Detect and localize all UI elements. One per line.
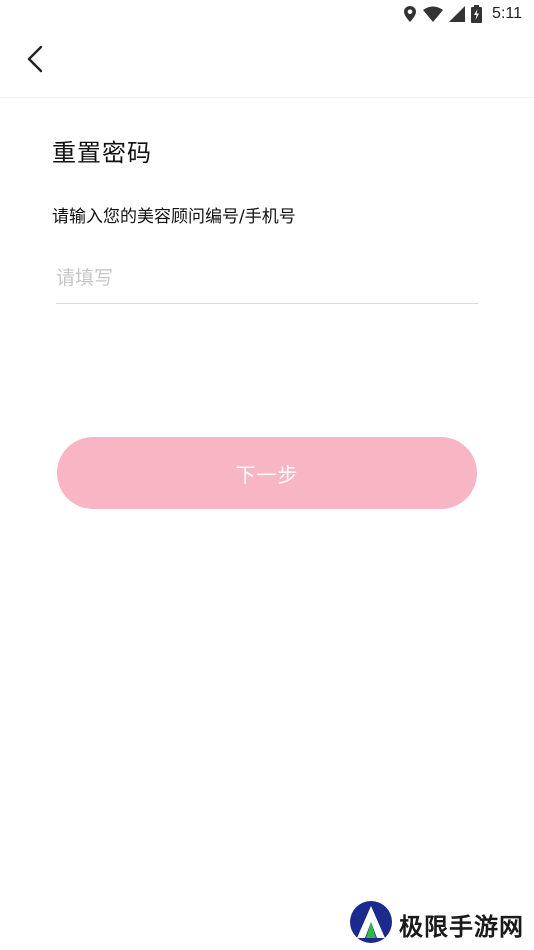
nav-bar (0, 28, 534, 98)
watermark-logo-icon (349, 900, 393, 948)
signal-icon (449, 6, 466, 22)
watermark: 极限手游网 (349, 900, 524, 948)
account-input[interactable] (56, 252, 478, 303)
wifi-icon (423, 6, 444, 22)
next-step-button[interactable]: 下一步 (57, 437, 477, 509)
battery-charging-icon (471, 5, 483, 23)
watermark-text: 极限手游网 (399, 911, 524, 941)
account-input-field (56, 252, 478, 304)
input-prompt-label: 请输入您的美容顾问编号/手机号 (52, 207, 296, 227)
status-time: 5:11 (492, 5, 522, 22)
back-button[interactable] (18, 44, 52, 78)
location-icon (403, 5, 417, 23)
page-title: 重置密码 (52, 139, 152, 167)
chevron-left-icon (26, 45, 44, 77)
status-bar: 5:11 (0, 0, 534, 28)
